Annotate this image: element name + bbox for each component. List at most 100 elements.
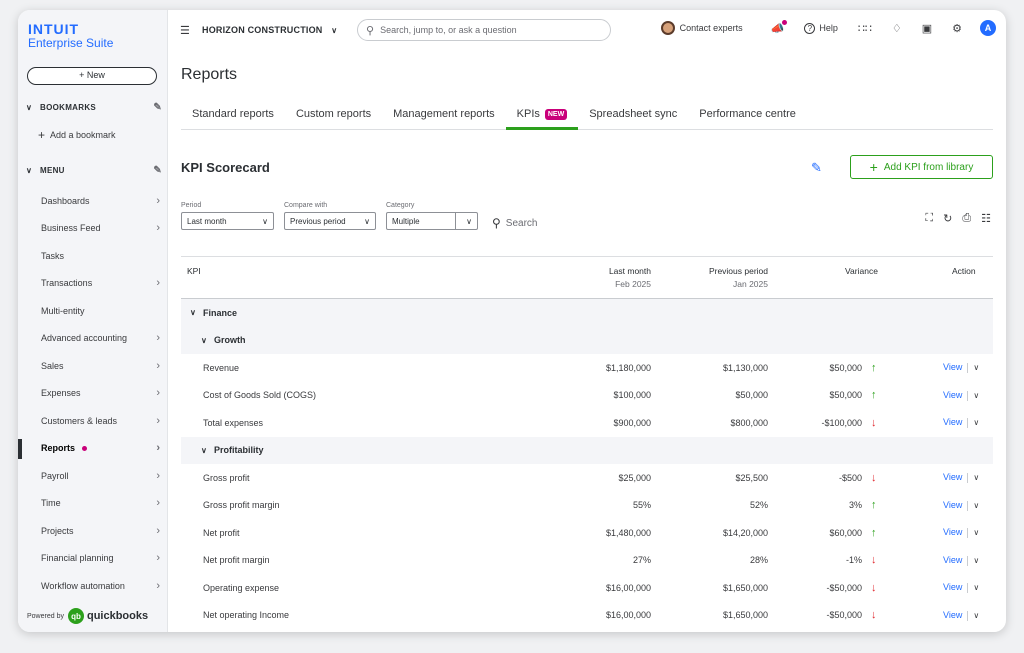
chevron-right-icon: ›	[156, 414, 160, 427]
sidebar-item-transactions[interactable]: Transactions ›	[18, 270, 168, 298]
tab-management-reports[interactable]: Management reports	[382, 98, 506, 130]
previous-value: $800,000	[730, 417, 768, 428]
bell-icon[interactable]: ♢	[892, 22, 902, 35]
variance-value: 3%	[848, 500, 862, 511]
topbar: ☰ HORIZON CONSTRUCTION ∨ ⚲ Search, jump …	[168, 10, 1006, 50]
apps-grid-icon[interactable]: ∷∷	[858, 22, 872, 35]
group-row[interactable]: ∨ Finance	[181, 299, 993, 327]
bookmarks-label: BOOKMARKS	[40, 102, 97, 112]
group-row[interactable]: ∨ Growth	[181, 326, 993, 354]
category-select[interactable]: Multiple ∨	[386, 212, 478, 230]
sidebar-item-expenses[interactable]: Expenses ›	[18, 380, 168, 408]
print-icon[interactable]: ⎙	[962, 212, 971, 225]
sidebar-item-label: Multi-entity	[41, 305, 85, 316]
view-link[interactable]: View	[943, 582, 962, 592]
view-link[interactable]: View	[943, 472, 962, 482]
clipboard-icon[interactable]: ▣	[922, 22, 932, 35]
group-row[interactable]: ∨ Profitability	[181, 436, 993, 464]
sidebar-item-payroll[interactable]: Payroll ›	[18, 462, 168, 490]
tab-label: Standard reports	[192, 108, 274, 120]
global-search-input[interactable]: ⚲ Search, jump to, or ask a question	[357, 19, 611, 41]
sidebar-item-workflow-automation[interactable]: Workflow automation ›	[18, 572, 168, 600]
table-row: Net profit margin 27% 28% -1% ↓ View ∨	[181, 547, 993, 575]
tab-spreadsheet-sync[interactable]: Spreadsheet sync	[578, 98, 688, 130]
contact-experts-button[interactable]: Contact experts	[660, 21, 743, 35]
chevron-down-icon: ∨	[331, 26, 338, 35]
hamburger-menu-icon[interactable]: ☰	[180, 24, 190, 37]
chevron-down-icon[interactable]: ∨	[973, 418, 979, 427]
previous-value: $14,20,000	[722, 527, 768, 538]
menu-header[interactable]: ∨ MENU ✎	[26, 163, 162, 177]
add-bookmark-link[interactable]: + Add a bookmark	[38, 128, 116, 142]
period-select[interactable]: Last month ∨	[181, 212, 274, 230]
table-row: Net profit $1,480,000 $14,20,000 $60,000 ↑ Vi…	[181, 519, 993, 547]
edit-icon[interactable]: ✎	[811, 160, 822, 176]
sidebar-item-reports[interactable]: Reports ›	[18, 435, 168, 463]
kpi-scorecard-title: KPI Scorecard	[181, 160, 270, 175]
col-kpi: KPI	[187, 266, 201, 276]
tab-label: Management reports	[393, 108, 495, 120]
row-actions: View ∨	[943, 582, 979, 594]
sidebar-item-multi-entity[interactable]: Multi-entity	[18, 297, 168, 325]
search-icon: ⚲	[366, 24, 375, 37]
chevron-down-icon[interactable]: ∨	[973, 391, 979, 400]
chevron-down-icon: ∨	[26, 165, 33, 175]
help-icon: ?	[804, 22, 816, 34]
company-name: HORIZON CONSTRUCTION	[202, 25, 323, 35]
chevron-down-icon[interactable]: ∨	[973, 611, 979, 620]
help-button[interactable]: ? Help	[804, 22, 838, 34]
powered-by-label: Powered by	[27, 612, 64, 620]
sidebar-item-tasks[interactable]: Tasks	[18, 242, 168, 270]
sidebar-item-business-feed[interactable]: Business Feed ›	[18, 215, 168, 243]
view-link[interactable]: View	[943, 500, 962, 510]
chevron-down-icon[interactable]: ∨	[973, 363, 979, 372]
sidebar-item-time[interactable]: Time ›	[18, 490, 168, 518]
megaphone-icon[interactable]: 📣	[771, 19, 788, 35]
table-search[interactable]: ⚲ Search	[492, 216, 537, 230]
gear-icon[interactable]: ⚙	[952, 22, 962, 35]
chevron-down-icon[interactable]: ∨	[973, 556, 979, 565]
company-selector[interactable]: HORIZON CONSTRUCTION ∨	[202, 25, 337, 35]
new-button[interactable]: + New	[27, 67, 157, 85]
sidebar-item-advanced-accounting[interactable]: Advanced accounting ›	[18, 325, 168, 353]
tab-custom-reports[interactable]: Custom reports	[285, 98, 382, 130]
plus-icon: +	[869, 159, 878, 175]
pencil-icon[interactable]: ✎	[153, 165, 162, 176]
menu-label: MENU	[40, 165, 65, 175]
view-link[interactable]: View	[943, 555, 962, 565]
brand-intuit: INTUIT	[28, 21, 80, 37]
add-kpi-button[interactable]: + Add KPI from library	[850, 155, 993, 179]
action-divider	[967, 500, 969, 511]
previous-value: 52%	[749, 500, 768, 511]
chevron-right-icon: ›	[156, 387, 160, 400]
view-link[interactable]: View	[943, 362, 962, 372]
kpi-name: Cost of Goods Sold (COGS)	[203, 390, 317, 401]
view-link[interactable]: View	[943, 527, 962, 537]
view-link[interactable]: View	[943, 390, 962, 400]
chevron-right-icon: ›	[156, 524, 160, 537]
refresh-icon[interactable]: ↻	[943, 212, 952, 225]
sidebar-item-financial-planning[interactable]: Financial planning ›	[18, 545, 168, 573]
sidebar-item-projects[interactable]: Projects ›	[18, 517, 168, 545]
chevron-down-icon[interactable]: ∨	[973, 501, 979, 510]
sidebar-item-dashboards[interactable]: Dashboards ›	[18, 187, 168, 215]
chevron-down-icon[interactable]: ∨	[973, 583, 979, 592]
chevron-down-icon[interactable]: ∨	[973, 528, 979, 537]
settings-sliders-icon[interactable]: ☷	[981, 212, 991, 225]
view-link[interactable]: View	[943, 417, 962, 427]
chevron-down-icon[interactable]: ∨	[973, 473, 979, 482]
chevron-right-icon: ›	[156, 442, 160, 455]
quickbooks-wordmark: quickbooks	[86, 610, 149, 622]
sidebar-item-sales[interactable]: Sales ›	[18, 352, 168, 380]
compare-select[interactable]: Previous period ∨	[284, 212, 376, 230]
tab-kpis[interactable]: KPIs NEW	[505, 98, 579, 130]
tab-standard-reports[interactable]: Standard reports	[181, 98, 285, 130]
pencil-icon[interactable]: ✎	[153, 102, 162, 113]
user-avatar[interactable]: A	[980, 20, 996, 36]
view-link[interactable]: View	[943, 610, 962, 620]
previous-value: $50,000	[735, 390, 768, 401]
bookmarks-header[interactable]: ∨ BOOKMARKS ✎	[26, 100, 162, 114]
tab-performance-centre[interactable]: Performance centre	[688, 98, 807, 130]
sidebar-item-customers-leads[interactable]: Customers & leads ›	[18, 407, 168, 435]
expand-icon[interactable]: ⛶	[925, 212, 933, 225]
